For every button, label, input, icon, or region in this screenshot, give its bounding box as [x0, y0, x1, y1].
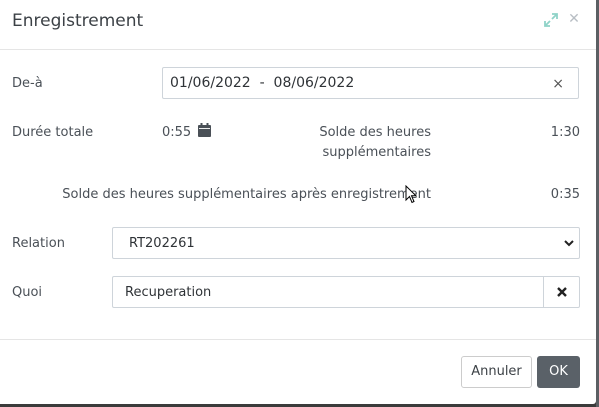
- total-duration-label: Durée totale: [12, 125, 94, 140]
- date-range-input[interactable]: 01/06/2022 - 08/06/2022 ×: [162, 67, 579, 99]
- date-clear-icon[interactable]: ×: [552, 76, 564, 92]
- enregistrement-dialog: Enregistrement ✕ De-à 01/06/2022 - 08/06…: [0, 0, 596, 404]
- dialog-title: Enregistrement: [12, 11, 144, 31]
- quoi-clear-button[interactable]: [543, 276, 580, 308]
- quoi-input[interactable]: Recuperation: [112, 276, 544, 308]
- overtime-after-label: Solde des heures supplémentaires après e…: [62, 187, 431, 202]
- quoi-value: Recuperation: [125, 285, 212, 300]
- relation-label: Relation: [12, 236, 65, 251]
- overtime-after-value: 0:35: [550, 187, 580, 202]
- dialog-header: Enregistrement ✕: [0, 0, 596, 50]
- relation-select[interactable]: RT202261: [112, 227, 580, 259]
- overtime-balance-value: 1:30: [550, 125, 580, 140]
- footer-divider: [0, 339, 596, 340]
- cancel-button[interactable]: Annuler: [461, 356, 532, 388]
- date-range-value: 01/06/2022 - 08/06/2022: [170, 75, 355, 91]
- calendar-icon[interactable]: [198, 123, 211, 137]
- quoi-label: Quoi: [12, 285, 43, 300]
- clear-icon: [557, 287, 567, 297]
- total-duration-value: 0:55: [162, 125, 192, 140]
- overtime-balance-label-2: supplémentaires: [322, 145, 431, 160]
- relation-selected-value: RT202261: [129, 236, 195, 251]
- expand-icon[interactable]: [544, 13, 558, 27]
- close-icon[interactable]: ✕: [567, 12, 581, 26]
- date-range-label: De-à: [12, 76, 43, 91]
- chevron-down-icon: [564, 240, 574, 247]
- mouse-cursor-icon: [405, 185, 417, 204]
- overtime-balance-label-1: Solde des heures: [319, 125, 431, 140]
- ok-button[interactable]: OK: [537, 356, 580, 388]
